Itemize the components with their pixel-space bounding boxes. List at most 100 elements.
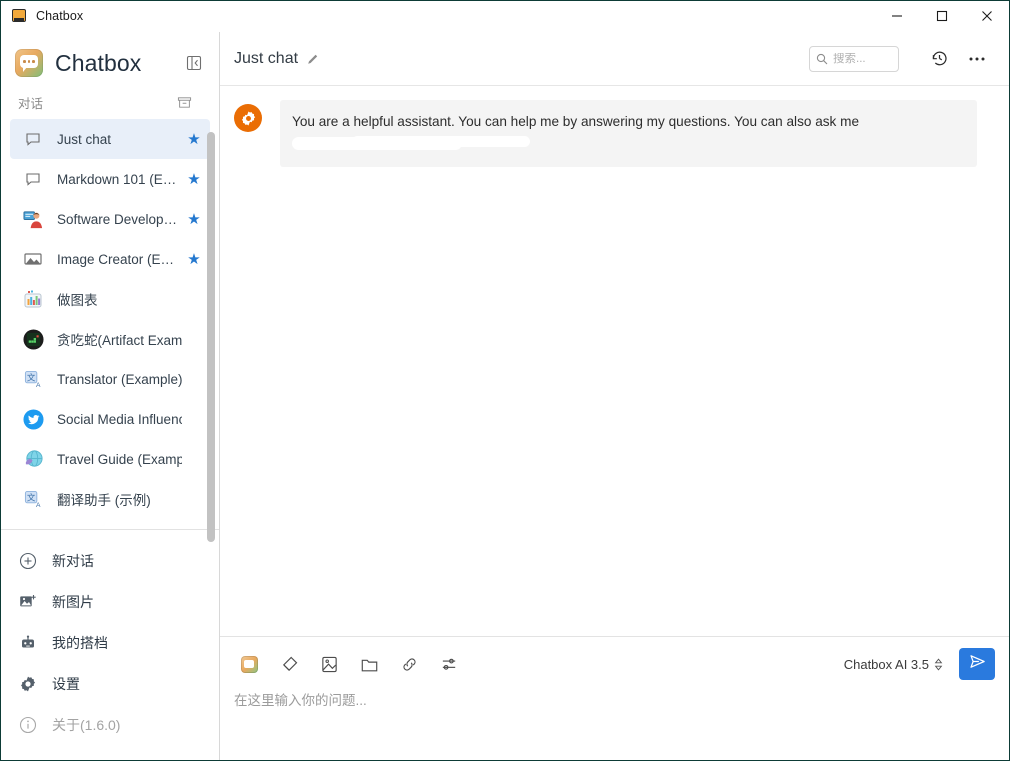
conversation-name: Travel Guide (Example) bbox=[57, 451, 182, 467]
window-title: Chatbox bbox=[36, 9, 84, 23]
sidebar-item-label: 关于(1.6.0) bbox=[52, 716, 121, 733]
send-button[interactable] bbox=[959, 648, 995, 680]
composer-toolbar: Chatbox AI 3.5 bbox=[234, 647, 995, 681]
chat-bubble-icon bbox=[22, 128, 44, 150]
plus-circle-icon bbox=[18, 551, 38, 571]
search-box[interactable] bbox=[809, 45, 899, 72]
conversation-item-travel-guide[interactable]: Travel Guide (Example) ★ bbox=[10, 439, 210, 479]
conversation-item-snake-artifact[interactable]: 贪吃蛇(Artifact Example) ★ bbox=[10, 319, 210, 359]
conversation-item-translator[interactable]: 文 A Translator (Example) ★ bbox=[10, 359, 210, 399]
add-image-icon bbox=[18, 592, 38, 612]
sidebar-brand: Chatbox bbox=[1, 39, 219, 87]
conversation-item-social-media-influencer[interactable]: Social Media Influence… ★ bbox=[10, 399, 210, 439]
app-window: Chatbox Chatbox 对话 Just chat ★ Markdown … bbox=[0, 0, 1010, 761]
gear-icon bbox=[18, 674, 38, 694]
system-message-gear-icon bbox=[234, 104, 262, 132]
svg-text:A: A bbox=[36, 502, 41, 509]
sidebar-item-my-copilots[interactable]: 我的搭档 bbox=[1, 622, 219, 663]
message-list: You are a helpful assistant. You can hel… bbox=[220, 86, 1009, 636]
sidebar-item-label: 新图片 bbox=[52, 593, 94, 610]
send-paper-plane-icon bbox=[968, 652, 987, 676]
page-title: Just chat bbox=[234, 49, 299, 67]
conversations-section-header: 对话 bbox=[1, 87, 219, 117]
sidebar-item-label: 我的搭档 bbox=[52, 634, 108, 651]
sidebar: Chatbox 对话 Just chat ★ Markdown 101 (E… … bbox=[1, 32, 220, 760]
message-bubble[interactable]: You are a helpful assistant. You can hel… bbox=[280, 100, 977, 168]
globe-avatar bbox=[22, 448, 44, 470]
window-maximize-button[interactable] bbox=[919, 1, 964, 32]
window-minimize-button[interactable] bbox=[874, 1, 919, 32]
message-redaction-overlay bbox=[292, 136, 530, 151]
message-input[interactable]: 在这里输入你的问题... bbox=[234, 689, 995, 709]
chatbox-logo-icon[interactable] bbox=[234, 649, 264, 679]
search-icon bbox=[816, 53, 828, 65]
conversations-section-label: 对话 bbox=[18, 96, 44, 111]
sliders-icon[interactable] bbox=[434, 649, 464, 679]
conversation-name: Social Media Influence… bbox=[57, 411, 182, 427]
conversation-item-make-chart[interactable]: 做图表 ★ bbox=[10, 279, 210, 319]
sidebar-item-settings[interactable]: 设置 bbox=[1, 663, 219, 704]
chevron-updown-icon bbox=[934, 657, 943, 671]
robot-icon bbox=[18, 633, 38, 653]
conversation-name: 翻译助手 (示例) bbox=[57, 493, 151, 508]
sidebar-scrollbar-thumb[interactable] bbox=[207, 132, 215, 542]
translate-avatar: 文 A bbox=[22, 488, 44, 510]
model-selector[interactable]: Chatbox AI 3.5 bbox=[844, 657, 943, 672]
translate-avatar: 文 A bbox=[22, 368, 44, 390]
eraser-icon[interactable] bbox=[274, 649, 304, 679]
conversation-name: Markdown 101 (E… bbox=[57, 171, 177, 187]
image-icon[interactable] bbox=[314, 649, 344, 679]
conversation-name: Image Creator (E… bbox=[57, 251, 175, 267]
star-icon[interactable]: ★ bbox=[186, 212, 202, 227]
snake-game-avatar bbox=[22, 328, 44, 350]
conversation-list[interactable]: Just chat ★ Markdown 101 (E… ★ Software … bbox=[1, 117, 219, 529]
conversation-name: 贪吃蛇(Artifact Example) bbox=[57, 333, 182, 348]
chatbox-logo-icon bbox=[15, 49, 43, 77]
message-row-system: You are a helpful assistant. You can hel… bbox=[234, 100, 977, 168]
developer-avatar bbox=[22, 208, 44, 230]
main-header: Just chat bbox=[220, 32, 1009, 86]
star-icon[interactable]: ★ bbox=[186, 252, 202, 267]
sidebar-item-new-conversation[interactable]: 新对话 bbox=[1, 540, 219, 581]
pencil-icon[interactable] bbox=[306, 52, 320, 66]
model-label: Chatbox AI 3.5 bbox=[843, 656, 929, 672]
conversation-item-software-developer[interactable]: Software Develop… ★ bbox=[10, 199, 210, 239]
conversation-name: 做图表 bbox=[57, 293, 98, 308]
archive-box-icon[interactable] bbox=[175, 93, 193, 111]
window-titlebar: Chatbox bbox=[1, 1, 1009, 32]
composer: Chatbox AI 3.5 在这里输入你的问题... bbox=[220, 636, 1009, 760]
picture-icon bbox=[22, 248, 44, 270]
conversation-item-image-creator[interactable]: Image Creator (E… ★ bbox=[10, 239, 210, 279]
sidebar-item-label: 新对话 bbox=[52, 552, 94, 569]
star-icon[interactable]: ★ bbox=[186, 132, 202, 147]
star-icon[interactable]: ★ bbox=[186, 172, 202, 187]
brand-name: Chatbox bbox=[55, 49, 142, 76]
twitter-avatar bbox=[22, 408, 44, 430]
svg-text:A: A bbox=[36, 382, 41, 389]
svg-text:文: 文 bbox=[26, 371, 35, 382]
info-circle-icon bbox=[18, 715, 38, 735]
search-input[interactable] bbox=[833, 52, 892, 65]
history-clock-icon[interactable] bbox=[925, 45, 953, 73]
link-icon[interactable] bbox=[394, 649, 424, 679]
bar-chart-avatar bbox=[22, 288, 44, 310]
conversation-item-translate-assistant[interactable]: 文 A 翻译助手 (示例) ★ bbox=[10, 479, 210, 519]
message-text: You are a helpful assistant. You can hel… bbox=[292, 114, 860, 129]
sidebar-item-label: 设置 bbox=[52, 675, 80, 692]
svg-text:文: 文 bbox=[26, 491, 35, 502]
sidebar-item-about[interactable]: 关于(1.6.0) bbox=[1, 704, 219, 745]
conversation-name: Software Develop… bbox=[57, 211, 178, 227]
conversation-name: Just chat bbox=[57, 131, 112, 147]
main-panel: Just chat 搜索... You are a helpful assist… bbox=[220, 32, 1009, 760]
window-close-button[interactable] bbox=[964, 1, 1009, 32]
folder-icon[interactable] bbox=[354, 649, 384, 679]
sidebar-item-new-image[interactable]: 新图片 bbox=[1, 581, 219, 622]
chatbox-app-icon bbox=[12, 8, 28, 24]
conversation-item-markdown-101[interactable]: Markdown 101 (E… ★ bbox=[10, 159, 210, 199]
more-horizontal-icon[interactable] bbox=[963, 45, 991, 73]
sidebar-nav: 新对话 新图片 我的搭档 设置 关于(1.6.0) bbox=[1, 530, 219, 745]
app-body: Chatbox 对话 Just chat ★ Markdown 101 (E… … bbox=[1, 32, 1009, 760]
collapse-sidebar-icon[interactable] bbox=[183, 52, 205, 74]
conversation-item-just-chat[interactable]: Just chat ★ bbox=[10, 119, 210, 159]
chat-bubble-icon bbox=[22, 168, 44, 190]
